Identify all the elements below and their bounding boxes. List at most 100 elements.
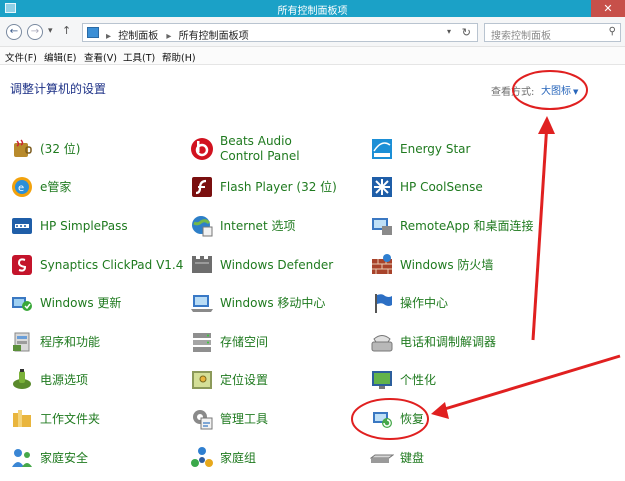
work-folders-icon <box>10 407 34 431</box>
item-power-options[interactable]: 电源选项 <box>10 362 88 398</box>
item-label: Windows 防火墙 <box>400 257 494 272</box>
item-beats-audio[interactable]: Beats Audio Control Panel <box>190 131 338 167</box>
search-input[interactable]: 搜索控制面板 ⚲ <box>484 23 621 42</box>
item-label: 电源选项 <box>40 372 89 387</box>
menu-tools[interactable]: 工具(T) <box>123 50 155 64</box>
item-programs-features[interactable]: 程序和功能 <box>10 324 100 360</box>
item-storage-spaces[interactable]: 存储空间 <box>190 324 268 360</box>
item-location-settings[interactable]: 定位设置 <box>190 362 268 398</box>
annotation-arrowhead-recovery <box>431 402 449 419</box>
admin-tools-icon <box>190 407 214 431</box>
item-label: HP SimplePass <box>40 218 128 233</box>
item-label: 存储空间 <box>220 334 269 349</box>
annotation-arrowhead-view-by <box>538 116 555 134</box>
internet-options-icon <box>190 214 214 238</box>
item-label: 键盘 <box>400 450 425 465</box>
item-label: 操作中心 <box>400 295 449 310</box>
breadcrumb-separator-icon: ▸ <box>166 31 172 42</box>
forward-button[interactable]: → <box>27 24 43 40</box>
item-homegroup[interactable]: 家庭组 <box>190 440 256 476</box>
programs-features-icon <box>10 330 34 354</box>
breadcrumb-all-items[interactable]: 所有控制面板项 <box>179 31 249 42</box>
recent-pages-dropdown[interactable]: ▾ <box>48 26 53 36</box>
item-hp-simplepass[interactable]: HP SimplePass <box>10 208 128 244</box>
item-windows-update[interactable]: Windows 更新 <box>10 285 121 321</box>
search-placeholder: 搜索控制面板 <box>491 31 551 42</box>
menu-file[interactable]: 文件(F) <box>5 50 37 64</box>
power-options-icon <box>10 368 34 392</box>
item-label: 定位设置 <box>220 372 269 387</box>
energy-star-icon <box>370 137 394 161</box>
refresh-icon[interactable]: ↻ <box>462 26 471 39</box>
view-by-dropdown[interactable]: 大图标 ▼ <box>541 82 578 97</box>
item-java[interactable]: (32 位) <box>10 131 80 167</box>
keyboard-icon <box>370 446 394 470</box>
item-hp-coolsense[interactable]: HP CoolSense <box>370 169 483 205</box>
mobility-center-icon <box>190 291 214 315</box>
item-label: Energy Star <box>400 141 471 156</box>
item-flash-player[interactable]: Flash Player (32 位) <box>190 169 337 205</box>
hp-coolsense-icon <box>370 175 394 199</box>
item-internet-options[interactable]: Internet 选项 <box>190 208 295 244</box>
menu-view[interactable]: 查看(V) <box>84 50 117 64</box>
search-icon[interactable]: ⚲ <box>609 26 616 37</box>
synaptics-icon <box>10 253 34 277</box>
item-label: e管家 <box>40 179 72 194</box>
item-mobility-center[interactable]: Windows 移动中心 <box>190 285 325 321</box>
family-safety-icon <box>10 446 34 470</box>
flash-player-icon <box>190 175 214 199</box>
annotation-arrow-recovery <box>437 354 621 413</box>
view-by-label: 查看方式: <box>491 87 535 98</box>
homegroup-icon <box>190 446 214 470</box>
item-admin-tools[interactable]: 管理工具 <box>190 401 268 437</box>
address-bar[interactable]: ▸ 控制面板 ▸ 所有控制面板项 ▾ ↻ <box>82 23 478 42</box>
personalization-icon <box>370 368 394 392</box>
item-windows-firewall[interactable]: Windows 防火墙 <box>370 247 493 283</box>
menu-edit[interactable]: 编辑(E) <box>44 50 76 64</box>
item-label: Internet 选项 <box>220 218 296 233</box>
menu-help[interactable]: 帮助(H) <box>162 50 196 64</box>
item-energy-star[interactable]: Energy Star <box>370 131 470 167</box>
menu-bar: 文件(F) 编辑(E) 查看(V) 工具(T) 帮助(H) <box>0 47 625 65</box>
storage-spaces-icon <box>190 330 214 354</box>
hp-simplepass-icon <box>10 214 34 238</box>
back-button[interactable]: ← <box>6 24 22 40</box>
chevron-down-icon: ▼ <box>573 88 579 96</box>
phone-modem-icon <box>370 330 394 354</box>
item-e-manager[interactable]: e e管家 <box>10 169 71 205</box>
item-label: Synaptics ClickPad V1.4 <box>40 257 184 272</box>
close-button[interactable]: ✕ <box>591 0 625 17</box>
remoteapp-icon <box>370 214 394 238</box>
e-manager-icon: e <box>10 175 34 199</box>
item-label: 恢复 <box>400 411 425 426</box>
address-row: ← → ▾ ↑ ▸ 控制面板 ▸ 所有控制面板项 ▾ ↻ 搜索控制面板 ⚲ <box>0 17 625 47</box>
java-icon <box>10 137 34 161</box>
item-synaptics[interactable]: Synaptics ClickPad V1.4 <box>10 247 183 283</box>
item-windows-defender[interactable]: Windows Defender <box>190 247 333 283</box>
item-label: Beats Audio Control Panel <box>220 134 300 163</box>
up-button[interactable]: ↑ <box>62 24 71 37</box>
location-settings-icon <box>190 368 214 392</box>
item-label: Windows Defender <box>220 257 334 272</box>
item-label: 家庭安全 <box>40 450 89 465</box>
item-label: 程序和功能 <box>40 334 101 349</box>
item-label: Windows 更新 <box>40 295 122 310</box>
item-personalization[interactable]: 个性化 <box>370 362 436 398</box>
breadcrumb-control-panel[interactable]: 控制面板 <box>118 31 158 42</box>
item-phone-modem[interactable]: 电话和调制解调器 <box>370 324 496 360</box>
recovery-icon <box>370 407 394 431</box>
item-label: 个性化 <box>400 372 437 387</box>
item-remoteapp[interactable]: RemoteApp 和桌面连接 <box>370 208 534 244</box>
item-work-folders[interactable]: 工作文件夹 <box>10 401 100 437</box>
item-action-center[interactable]: 操作中心 <box>370 285 448 321</box>
item-family-safety[interactable]: 家庭安全 <box>10 440 88 476</box>
item-recovery[interactable]: 恢复 <box>370 401 424 437</box>
address-dropdown-icon[interactable]: ▾ <box>447 27 451 36</box>
svg-text:e: e <box>18 183 24 194</box>
item-label: 电话和调制解调器 <box>400 334 497 349</box>
item-label: 工作文件夹 <box>40 411 101 426</box>
title-bar: 所有控制面板项 ✕ <box>0 0 625 17</box>
item-label: Windows 移动中心 <box>220 295 326 310</box>
item-keyboard[interactable]: 键盘 <box>370 440 424 476</box>
item-label: (32 位) <box>40 141 81 156</box>
